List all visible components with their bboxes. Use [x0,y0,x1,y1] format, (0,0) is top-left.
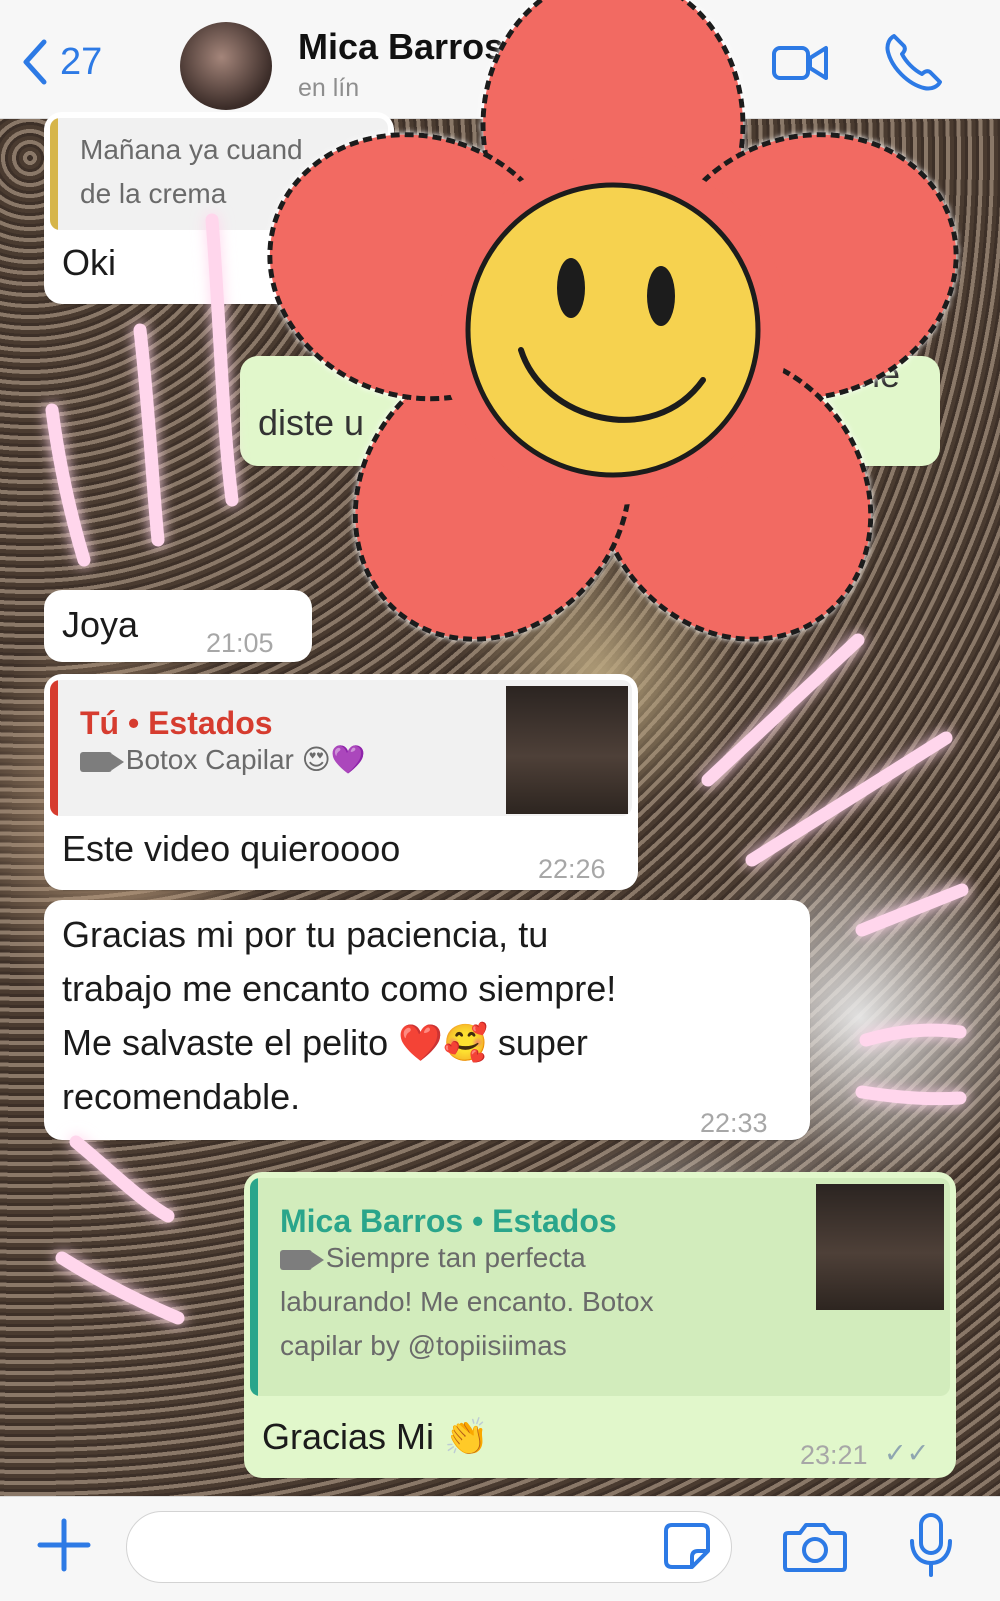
status-thumbnail [816,1184,944,1310]
message-text: Este video quieroooo [62,828,401,869]
quote-bar [50,118,58,230]
message-input[interactable] [126,1511,732,1583]
sticker-icon[interactable] [662,1521,712,1571]
message-time: 23:21 [800,1440,868,1470]
unread-count: 27 [60,40,103,83]
quote-text: de la crema [80,178,227,209]
microphone-icon[interactable] [906,1511,956,1581]
message-text: Joya [62,604,139,645]
quoted-status[interactable]: Tú • Estados Botox Capilar 😍💜 [50,680,632,816]
message-text: trabajo me encanto como siempre! [62,968,617,1009]
video-icon [280,1249,324,1270]
message-time: 22:33 [700,1108,768,1138]
message-text: recomendable. [62,1076,301,1117]
video-icon [80,751,124,772]
message-text: Gracias Mi 👏 [262,1416,489,1457]
quote-text: capilar by @topiisiimas [280,1330,567,1361]
message-bubble-incoming[interactable]: Gracias mi por tu paciencia, tu trabajo … [44,900,810,1140]
message-bubble-incoming[interactable]: Tú • Estados Botox Capilar 😍💜 Este video… [44,674,638,890]
flower-smiley-sticker [267,0,959,642]
quote-bar [50,680,58,816]
read-receipt-icon: ✓✓ [884,1438,930,1468]
camera-icon[interactable] [782,1519,848,1573]
message-text: Me salvaste el pelito ❤️🥰 super [62,1022,588,1063]
message-bubble-outgoing[interactable]: Mica Barros • Estados Siempre tan perfec… [244,1172,956,1478]
quote-text: laburando! Me encanto. Botox [280,1286,654,1317]
status-thumbnail [506,686,628,814]
quote-bar [250,1178,258,1396]
chevron-left-icon [23,39,47,85]
message-input-bar [0,1496,1000,1601]
back-button[interactable]: 27 [20,38,102,86]
message-time: 22:26 [538,854,606,884]
quote-text: Botox Capilar 😍💜 [80,738,366,781]
quote-text: Siempre tan perfecta [280,1236,586,1279]
plus-icon[interactable] [36,1517,92,1573]
quoted-status[interactable]: Mica Barros • Estados Siempre tan perfec… [250,1178,950,1396]
message-text: Gracias mi por tu paciencia, tu [62,914,549,955]
message-text: Oki [62,242,116,283]
